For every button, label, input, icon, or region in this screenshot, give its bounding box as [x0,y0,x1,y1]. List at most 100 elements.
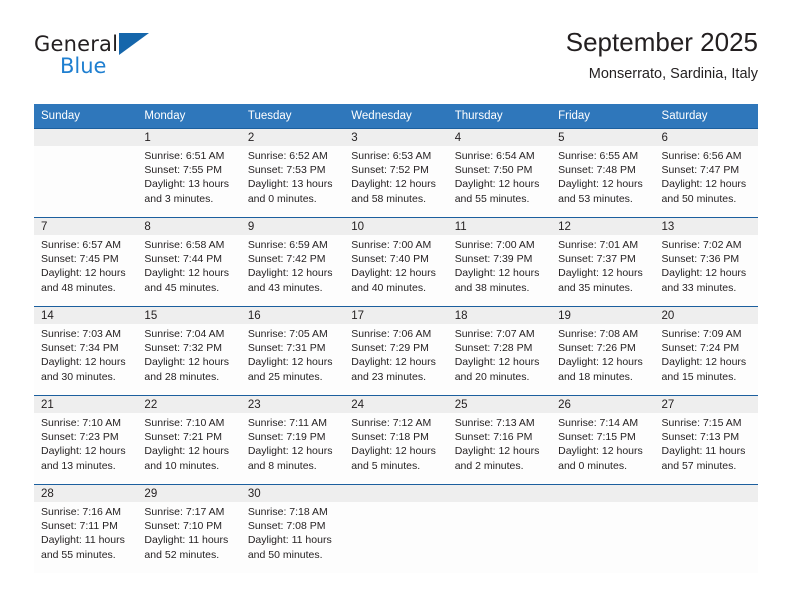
day-sun-info: Sunrise: 7:00 AM Sunset: 7:40 PM Daylight:… [344,235,447,295]
day-sun-info [655,502,758,505]
day-sun-info: Sunrise: 7:11 AM Sunset: 7:19 PM Daylight:… [241,413,344,473]
day-number: 24 [351,398,365,411]
sunrise-text: Sunrise: 6:59 AM [247,239,328,251]
day-sun-info [551,502,654,505]
sunrise-text: Sunrise: 7:07 AM [454,328,535,340]
sunrise-text: Sunrise: 6:53 AM [351,150,432,162]
calendar-day-cell-empty [654,485,758,573]
day-number-band: 14 [34,307,138,324]
calendar-day-cell[interactable]: 28 Sunrise: 7:16 AM Sunset: 7:11 PM Dayligh… [34,485,138,573]
calendar-day-cell[interactable]: 23 Sunrise: 7:11 AM Sunset: 7:19 PM Dayligh… [240,396,345,484]
day-sun-info: Sunrise: 6:56 AM Sunset: 7:47 PM Daylight:… [655,146,758,206]
daylight-text-line2: and 20 minutes. [454,370,530,383]
day-number-band [344,485,448,502]
day-number: 30 [247,487,261,500]
day-sun-info [448,502,551,505]
daylight-text-line2: and 30 minutes. [41,370,116,383]
day-number: 11 [454,220,467,233]
day-sun-info: Sunrise: 7:10 AM Sunset: 7:21 PM Daylight:… [137,413,240,473]
sunset-text: Sunset: 7:39 PM [454,253,533,266]
sunset-text: Sunset: 7:47 PM [661,164,740,177]
calendar-day-cell[interactable]: 14 Sunrise: 7:03 AM Sunset: 7:34 PM Dayligh… [34,307,138,395]
calendar-day-cell[interactable]: 2 Sunrise: 6:52 AM Sunset: 7:53 PM Daylight… [240,129,345,217]
calendar-week-row: 7 Sunrise: 6:57 AM Sunset: 7:45 PM Daylight… [34,217,758,306]
day-number: 10 [351,220,365,233]
calendar-day-cell[interactable]: 12 Sunrise: 7:01 AM Sunset: 7:37 PM Dayligh… [551,218,655,306]
daylight-text-line1: Daylight: 12 hours [41,267,126,280]
sunset-text: Sunset: 7:44 PM [144,253,223,266]
day-number-band: 8 [137,218,241,235]
calendar-day-cell[interactable]: 19 Sunrise: 7:08 AM Sunset: 7:26 PM Dayligh… [551,307,655,395]
calendar-day-cell[interactable]: 29 Sunrise: 7:17 AM Sunset: 7:10 PM Dayligh… [137,485,241,573]
day-sun-info: Sunrise: 7:10 AM Sunset: 7:23 PM Daylight:… [34,413,137,473]
daylight-text-line2: and 58 minutes. [351,192,426,205]
sunset-text: Sunset: 7:29 PM [351,342,429,355]
day-number: 17 [351,309,365,322]
sunset-text: Sunset: 7:55 PM [144,164,223,177]
calendar-day-cell[interactable]: 8 Sunrise: 6:58 AM Sunset: 7:44 PM Daylight… [137,218,241,306]
calendar-day-cell[interactable]: 20 Sunrise: 7:09 AM Sunset: 7:24 PM Dayligh… [654,307,758,395]
day-number: 2 [247,131,255,144]
day-number: 19 [558,309,571,322]
day-number-band: 27 [654,396,758,413]
daylight-text-line1: Daylight: 12 hours [351,445,436,458]
calendar-day-cell[interactable]: 18 Sunrise: 7:07 AM Sunset: 7:28 PM Dayligh… [447,307,552,395]
sunset-text: Sunset: 7:08 PM [247,520,326,533]
daylight-text-line1: Daylight: 12 hours [661,267,747,280]
daylight-text-line2: and 53 minutes. [558,192,633,205]
sunrise-text: Sunrise: 7:03 AM [41,328,121,340]
weekday-header-tuesday: Tuesday [247,110,292,122]
sunrise-text: Sunrise: 7:15 AM [661,417,742,429]
calendar-day-cell[interactable]: 17 Sunrise: 7:06 AM Sunset: 7:29 PM Dayligh… [344,307,448,395]
calendar-day-cell[interactable]: 11 Sunrise: 7:00 AM Sunset: 7:39 PM Dayligh… [447,218,552,306]
calendar-day-cell[interactable]: 4 Sunrise: 6:54 AM Sunset: 7:50 PM Daylight… [447,129,552,217]
sunrise-text: Sunrise: 7:05 AM [247,328,328,340]
calendar-day-cell[interactable]: 24 Sunrise: 7:12 AM Sunset: 7:18 PM Dayligh… [344,396,448,484]
calendar-day-cell[interactable]: 27 Sunrise: 7:15 AM Sunset: 7:13 PM Dayligh… [654,396,758,484]
daylight-text-line2: and 45 minutes. [144,281,220,294]
calendar-day-cell-empty [447,485,552,573]
daylight-text-line2: and 40 minutes. [351,281,426,294]
calendar-day-cell[interactable]: 9 Sunrise: 6:59 AM Sunset: 7:42 PM Daylight… [240,218,345,306]
calendar-day-cell[interactable]: 25 Sunrise: 7:13 AM Sunset: 7:16 PM Dayligh… [447,396,552,484]
day-number-band: 10 [344,218,448,235]
general-blue-logo[interactable]: General Blue [34,32,184,82]
sunrise-text: Sunrise: 7:12 AM [351,417,432,429]
daylight-text-line1: Daylight: 12 hours [144,267,230,280]
daylight-text-line2: and 0 minutes. [558,459,627,472]
calendar-day-cell[interactable]: 30 Sunrise: 7:18 AM Sunset: 7:08 PM Dayligh… [240,485,345,573]
day-number: 26 [558,398,571,411]
calendar-day-cell[interactable]: 26 Sunrise: 7:14 AM Sunset: 7:15 PM Dayligh… [551,396,655,484]
day-number-band: 21 [34,396,138,413]
day-number: 20 [661,309,675,322]
calendar-day-cell[interactable]: 10 Sunrise: 7:00 AM Sunset: 7:40 PM Dayligh… [344,218,448,306]
day-number-band: 24 [344,396,448,413]
daylight-text-line2: and 23 minutes. [351,370,426,383]
sunset-text: Sunset: 7:28 PM [454,342,533,355]
day-number-band: 19 [551,307,655,324]
calendar-day-cell[interactable]: 22 Sunrise: 7:10 AM Sunset: 7:21 PM Dayligh… [137,396,241,484]
day-number: 29 [144,487,158,500]
sunrise-text: Sunrise: 7:17 AM [144,506,225,518]
calendar-day-cell[interactable]: 21 Sunrise: 7:10 AM Sunset: 7:23 PM Dayligh… [34,396,138,484]
day-sun-info: Sunrise: 6:58 AM Sunset: 7:44 PM Daylight:… [137,235,240,295]
daylight-text-line2: and 18 minutes. [558,370,633,383]
daylight-text-line2: and 13 minutes. [41,459,116,472]
sunset-text: Sunset: 7:42 PM [247,253,326,266]
calendar-day-cell[interactable]: 15 Sunrise: 7:04 AM Sunset: 7:32 PM Dayligh… [137,307,241,395]
weekday-header-monday: Monday [144,110,186,122]
calendar-day-cell[interactable]: 7 Sunrise: 6:57 AM Sunset: 7:45 PM Daylight… [34,218,138,306]
day-sun-info: Sunrise: 7:12 AM Sunset: 7:18 PM Daylight:… [344,413,447,473]
sunset-text: Sunset: 7:32 PM [144,342,223,355]
day-sun-info: Sunrise: 7:06 AM Sunset: 7:29 PM Daylight:… [344,324,447,384]
calendar-day-cell[interactable]: 1 Sunrise: 6:51 AM Sunset: 7:55 PM Daylight… [137,129,241,217]
calendar-day-cell[interactable]: 5 Sunrise: 6:55 AM Sunset: 7:48 PM Daylight… [551,129,655,217]
calendar-day-cell[interactable]: 3 Sunrise: 6:53 AM Sunset: 7:52 PM Daylight… [344,129,448,217]
calendar-day-cell[interactable]: 6 Sunrise: 6:56 AM Sunset: 7:47 PM Daylight… [654,129,758,217]
sunrise-text: Sunrise: 7:14 AM [558,417,639,429]
calendar-day-cell[interactable]: 13 Sunrise: 7:02 AM Sunset: 7:36 PM Dayligh… [654,218,758,306]
calendar-day-cell[interactable]: 16 Sunrise: 7:05 AM Sunset: 7:31 PM Dayligh… [240,307,345,395]
day-sun-info: Sunrise: 7:14 AM Sunset: 7:15 PM Daylight:… [551,413,654,473]
daylight-text-line1: Daylight: 12 hours [247,445,333,458]
daylight-text-line1: Daylight: 12 hours [41,356,126,369]
